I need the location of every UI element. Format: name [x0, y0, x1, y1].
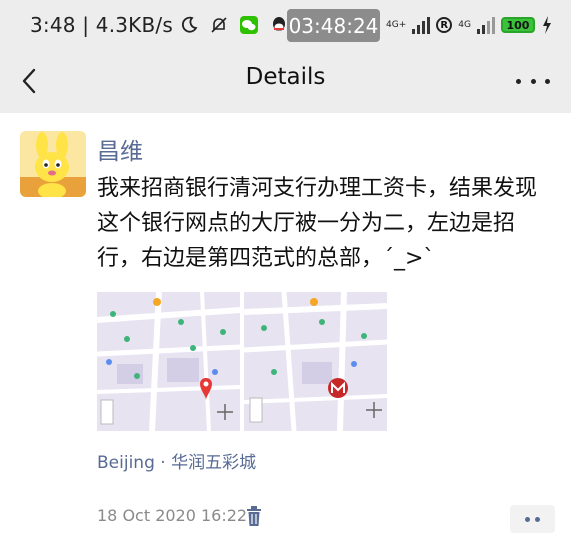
charging-bolt-icon: [541, 14, 553, 36]
wechat-icon: [238, 14, 260, 36]
more-dot: [530, 78, 536, 84]
rabbit-avatar-icon: [20, 131, 86, 197]
post-text: 我来招商银行清河支行办理工资卡，结果发现这个银行网点的大厅被一分为二，左边是招行…: [97, 176, 538, 271]
more-dot: [545, 78, 550, 84]
location-link[interactable]: Beijing · 华润五彩城: [97, 448, 256, 473]
avatar[interactable]: [20, 131, 86, 197]
signal-bars-1-icon: [412, 16, 431, 34]
top-bar: 3:48 | 4.3KB/s 03:48:24 4G+ R 4G 100 Det…: [0, 0, 571, 113]
author-name[interactable]: 昌维: [97, 132, 143, 166]
comment-dot: [535, 516, 540, 522]
post-timestamp: 18 Oct 2020 16:22: [97, 506, 248, 525]
system-icons: 4G+ R 4G 100: [386, 14, 553, 36]
comment-dot: [525, 516, 530, 522]
network-label-1: 4G+: [386, 19, 407, 30]
map-image-1: [97, 292, 240, 431]
battery-icon: 100: [500, 17, 535, 33]
more-dot: [516, 78, 521, 84]
comment-button[interactable]: [510, 505, 555, 533]
more-button[interactable]: [516, 66, 550, 96]
signal-bars-2-icon: [476, 16, 495, 34]
bell-muted-icon: [208, 14, 230, 36]
network-indicator-1: 4G+: [386, 19, 407, 30]
screen-record-clock: 03:48:24: [287, 9, 380, 42]
status-time-speed: 3:48 | 4.3KB/s: [30, 13, 173, 37]
moon-icon: [178, 14, 200, 36]
delete-button[interactable]: [246, 506, 262, 526]
map-photo-2[interactable]: [244, 292, 387, 431]
status-bar: 3:48 | 4.3KB/s 03:48:24 4G+ R 4G 100: [0, 0, 571, 52]
registered-icon: R: [436, 17, 453, 33]
map-image-2: [244, 292, 387, 431]
map-photo-1[interactable]: [97, 292, 240, 431]
network-indicator-2: 4G: [458, 19, 471, 30]
nav-bar: Details: [0, 52, 571, 113]
status-app-icons: [178, 14, 290, 36]
page-title: Details: [245, 64, 326, 90]
network-label-2: 4G: [458, 19, 471, 30]
trash-icon: [247, 506, 261, 526]
